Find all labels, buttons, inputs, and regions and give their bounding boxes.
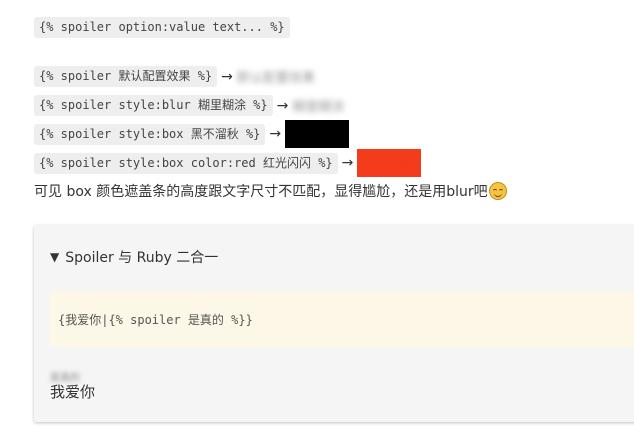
code-block-text: {我爱你|{% spoiler 是真的 %}}	[58, 312, 253, 327]
ruby-base-text: 我爱你	[50, 383, 96, 401]
spoiler-blur-default[interactable]: 默认配置效果	[237, 67, 315, 86]
note-text: 可见 box 颜色遮盖条的高度跟文字尺寸不匹配，显得尴尬，还是用blur吧	[34, 184, 488, 200]
arrow-icon: →	[276, 97, 289, 114]
spoiler-ruby-details: ▼ Spoiler 与 Ruby 二合一 {我爱你|{% spoiler 是真的…	[34, 225, 634, 422]
arrow-icon: →	[341, 155, 354, 171]
spoiler-blur[interactable]: 糊里糊涂	[292, 96, 344, 115]
details-summary[interactable]: ▼ Spoiler 与 Ruby 二合一	[50, 247, 218, 267]
note-paragraph: 可见 box 颜色遮盖条的高度跟文字尺寸不匹配，显得尴尬，还是用blur吧	[34, 181, 507, 201]
arrow-icon: →	[221, 68, 233, 85]
example-code: {% spoiler 默认配置效果 %}	[34, 66, 218, 87]
code-block: {我爱你|{% spoiler 是真的 %}}	[50, 291, 634, 347]
arrow-icon: →	[269, 126, 282, 142]
smiling-face-icon	[488, 182, 507, 200]
spoiler-box-red[interactable]: 红光闪闪	[357, 149, 422, 177]
example-row: {% spoiler style:box 黑不溜秋 %} → 黑不溜秋	[34, 120, 350, 148]
details-summary-label: Spoiler 与 Ruby 二合一	[65, 250, 219, 266]
intro-code: {% spoiler option:value text... %}	[34, 17, 290, 38]
example-code: {% spoiler style:blur 糊里糊涂 %}	[34, 95, 273, 116]
example-row: {% spoiler style:box color:red 红光闪闪 %} →…	[34, 149, 422, 177]
intro-line: {% spoiler option:value text... %}	[34, 17, 290, 38]
example-row: {% spoiler style:blur 糊里糊涂 %} → 糊里糊涂	[34, 95, 344, 116]
spoiler-box-black[interactable]: 黑不溜秋	[285, 120, 350, 148]
example-code: {% spoiler style:box color:red 红光闪闪 %}	[34, 152, 338, 174]
triangle-down-icon: ▼	[50, 250, 60, 264]
example-code: {% spoiler style:box 黑不溜秋 %}	[34, 123, 266, 145]
example-row: {% spoiler 默认配置效果 %} → 默认配置效果	[34, 66, 315, 87]
